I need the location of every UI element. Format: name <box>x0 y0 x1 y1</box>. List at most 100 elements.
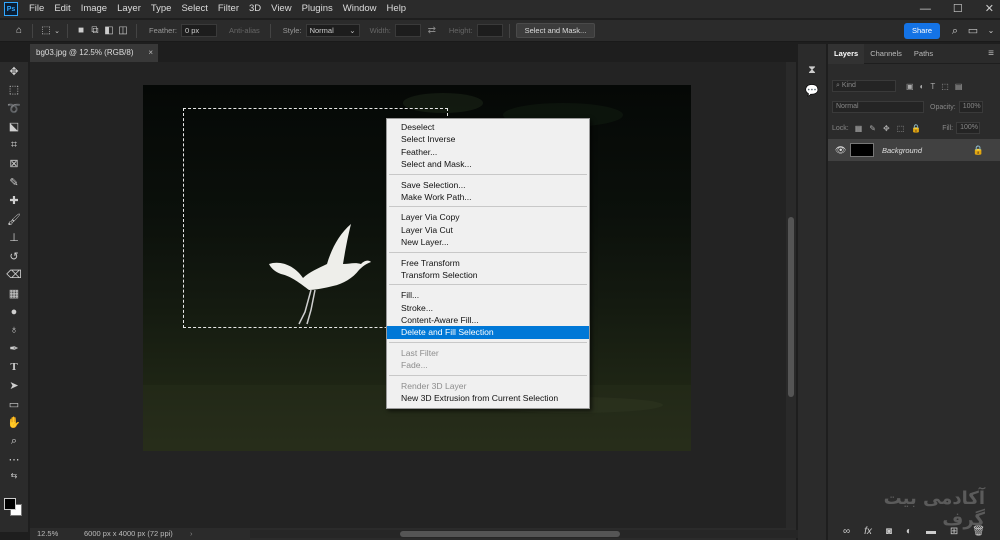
foreground-color-swatch[interactable] <box>4 498 16 510</box>
menu-item-deselect[interactable]: Deselect <box>387 121 589 133</box>
swap-colors-icon[interactable]: ⇆ <box>0 469 28 481</box>
crop-tool-icon[interactable]: ⌗ <box>0 136 28 155</box>
menu-item-delete-and-fill-selection[interactable]: Delete and Fill Selection <box>387 326 589 339</box>
panel-menu-icon[interactable]: ≡ <box>988 48 994 59</box>
marquee-tool-icon[interactable]: ⬚ <box>0 81 28 100</box>
menu-edit[interactable]: Edit <box>49 0 75 18</box>
width-input[interactable] <box>394 24 421 37</box>
menu-image[interactable]: Image <box>76 0 112 18</box>
type-tool-icon[interactable]: T <box>0 358 28 377</box>
menu-item-save-selection[interactable]: Save Selection... <box>387 179 589 191</box>
rectangle-tool-icon[interactable]: ▭ <box>0 395 28 414</box>
menu-item-fill[interactable]: Fill... <box>387 289 589 301</box>
pen-tool-icon[interactable]: ✒ <box>0 340 28 359</box>
menu-separator <box>389 374 587 376</box>
layer-name[interactable]: Background <box>882 146 922 155</box>
menu-item-select-inverse[interactable]: Select Inverse <box>387 133 589 145</box>
menu-item-layer-via-copy[interactable]: Layer Via Copy <box>387 211 589 223</box>
zoom-level[interactable]: 12.5% <box>37 528 58 540</box>
height-input[interactable] <box>476 24 503 37</box>
workspace-icon[interactable]: ▭ <box>966 24 980 38</box>
lasso-tool-icon[interactable]: ➰ <box>0 99 28 118</box>
clone-stamp-tool-icon[interactable]: ⊥ <box>0 229 28 248</box>
menu-file[interactable]: File <box>24 0 49 18</box>
anti-alias-checkbox[interactable]: Anti-alias <box>229 26 260 35</box>
horizontal-scrollbar[interactable] <box>250 530 800 538</box>
menu-item-new-3d-extrusion-from-current-selection[interactable]: New 3D Extrusion from Current Selection <box>387 392 589 404</box>
filter-icons[interactable]: ▣◐T⬚▤ <box>906 82 968 91</box>
minimize-button[interactable]: — <box>920 0 931 18</box>
tab-channels[interactable]: Channels <box>864 44 908 64</box>
document-tab[interactable]: bg03.jpg @ 12.5% (RGB/8) × <box>30 44 158 62</box>
intersect-selection-icon[interactable]: ◫ <box>116 24 130 38</box>
frame-tool-icon[interactable]: ⊠ <box>0 155 28 174</box>
menu-items: File Edit Image Layer Type Select Filter 3D View… <box>24 0 411 18</box>
move-tool-icon[interactable]: ✥ <box>0 62 28 81</box>
status-menu-arrow-icon[interactable]: › <box>190 528 193 540</box>
history-brush-tool-icon[interactable]: ↺ <box>0 247 28 266</box>
menu-filter[interactable]: Filter <box>213 0 244 18</box>
menu-view[interactable]: View <box>266 0 296 18</box>
blend-mode-select[interactable]: Normal <box>832 101 924 113</box>
more-tools-icon[interactable]: ⋯ <box>0 451 28 470</box>
menu-item-free-transform[interactable]: Free Transform <box>387 257 589 269</box>
vertical-scrollbar[interactable] <box>786 62 796 528</box>
object-selection-tool-icon[interactable]: ⬕ <box>0 118 28 137</box>
opacity-input[interactable]: 100% <box>958 101 983 113</box>
hand-tool-icon[interactable]: ✋ <box>0 414 28 433</box>
select-and-mask-button[interactable]: Select and Mask... <box>515 23 596 38</box>
eyedropper-tool-icon[interactable]: ✎ <box>0 173 28 192</box>
dodge-tool-icon[interactable]: ♁ <box>0 321 28 340</box>
gradient-tool-icon[interactable]: ▦ <box>0 284 28 303</box>
close-icon[interactable]: × <box>148 44 153 62</box>
search-icon[interactable]: ⌕ <box>948 24 962 38</box>
blur-tool-icon[interactable]: ● <box>0 303 28 322</box>
menu-layer[interactable]: Layer <box>112 0 146 18</box>
path-selection-tool-icon[interactable]: ➤ <box>0 377 28 396</box>
eye-icon[interactable]: 👁 <box>835 145 846 156</box>
menu-plugins[interactable]: Plugins <box>297 0 338 18</box>
chevron-down-icon[interactable]: ⌄ <box>53 24 61 38</box>
menu-item-make-work-path[interactable]: Make Work Path... <box>387 191 589 203</box>
marquee-tool-preset-icon[interactable]: ⬚ <box>39 24 53 38</box>
fill-input[interactable]: 100% <box>956 122 981 134</box>
scrollbar-thumb[interactable] <box>788 217 794 397</box>
menu-select[interactable]: Select <box>176 0 212 18</box>
menu-3d[interactable]: 3D <box>244 0 266 18</box>
add-to-selection-icon[interactable]: ⧉ <box>88 24 102 38</box>
maximize-button[interactable]: ☐ <box>953 0 963 18</box>
home-icon[interactable]: ⌂ <box>12 24 26 38</box>
brush-tool-icon[interactable]: 🖌 <box>0 210 28 229</box>
new-selection-icon[interactable]: ■ <box>74 24 88 38</box>
menu-item-feather[interactable]: Feather... <box>387 146 589 158</box>
menu-help[interactable]: Help <box>382 0 412 18</box>
close-window-button[interactable]: ✕ <box>985 0 994 18</box>
eraser-tool-icon[interactable]: ⌫ <box>0 266 28 285</box>
scrollbar-thumb[interactable] <box>400 531 620 537</box>
feather-input[interactable]: 0 px <box>180 24 217 37</box>
style-select[interactable]: Normal ⌄ <box>305 24 360 37</box>
tab-paths[interactable]: Paths <box>908 44 939 64</box>
menu-item-new-layer[interactable]: New Layer... <box>387 236 589 248</box>
history-panel-icon[interactable]: ⧗ <box>798 60 826 80</box>
lock-icons[interactable]: ▦✎✥⬚🔒 <box>855 124 928 133</box>
layer-row-background[interactable]: 👁 Background 🔒 <box>828 139 1000 161</box>
swap-dimensions-icon[interactable]: ⇄ <box>425 24 439 38</box>
menu-item-transform-selection[interactable]: Transform Selection <box>387 269 589 281</box>
menu-item-select-and-mask[interactable]: Select and Mask... <box>387 158 589 170</box>
share-button[interactable]: Share <box>904 23 940 39</box>
subtract-from-selection-icon[interactable]: ◧ <box>102 24 116 38</box>
kind-filter-select[interactable]: ⌕ Kind <box>832 80 896 92</box>
opacity-label: Opacity: <box>930 103 956 111</box>
menu-item-content-aware-fill[interactable]: Content-Aware Fill... <box>387 314 589 326</box>
zoom-tool-icon[interactable]: ⌕ <box>0 432 28 451</box>
menu-type[interactable]: Type <box>146 0 177 18</box>
comments-panel-icon[interactable]: 💬 <box>798 80 826 100</box>
chevron-down-icon[interactable]: ⌄ <box>984 24 998 38</box>
menu-item-stroke[interactable]: Stroke... <box>387 302 589 314</box>
tab-layers[interactable]: Layers <box>828 43 865 64</box>
healing-brush-tool-icon[interactable]: ✚ <box>0 192 28 211</box>
document-title: bg03.jpg @ 12.5% (RGB/8) <box>36 48 134 57</box>
menu-item-layer-via-cut[interactable]: Layer Via Cut <box>387 224 589 236</box>
menu-window[interactable]: Window <box>338 0 382 18</box>
